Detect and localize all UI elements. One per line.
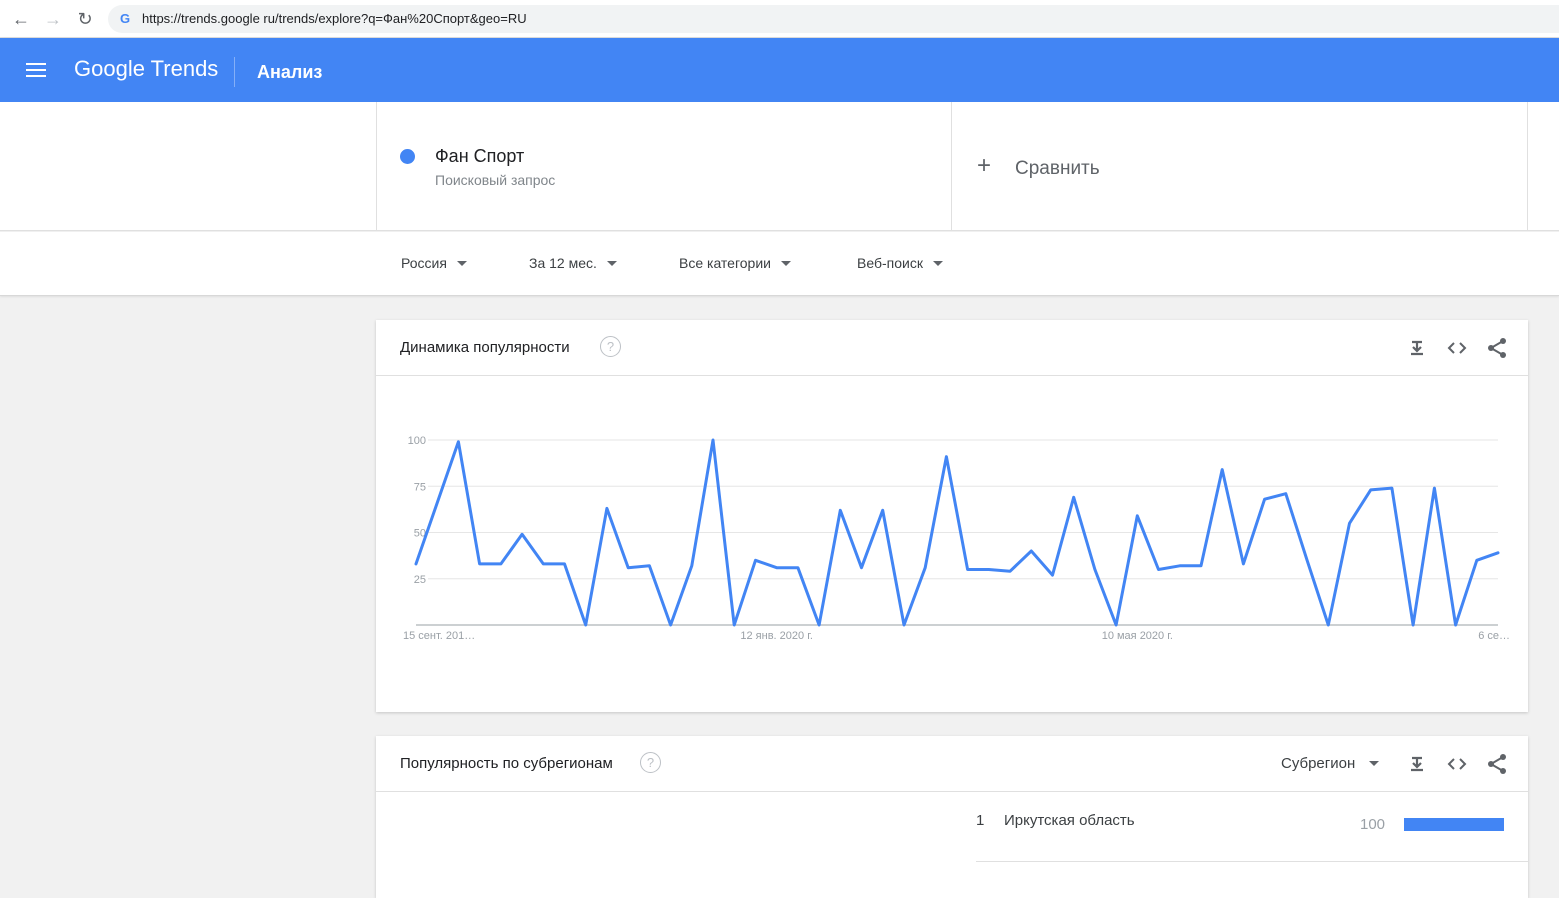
browser-toolbar: ← → ↻ G https://trends.google ru/trends/… — [0, 0, 1559, 38]
help-icon[interactable]: ? — [640, 752, 661, 773]
subregion-name: Иркутская область — [1004, 812, 1135, 829]
period-filter-label: За 12 мес. — [529, 255, 597, 271]
region-filter[interactable]: Россия — [401, 255, 467, 271]
google-favicon-icon: G — [120, 11, 131, 26]
x-tick-label: 10 мая 2020 г. — [1102, 630, 1173, 642]
dropdown-arrow-icon — [606, 260, 617, 266]
interest-line-chart: 25507510015 сент. 201… 12 янв. 2020 г. 10 … — [403, 435, 1510, 642]
term-color-dot — [400, 149, 415, 164]
app-header: Google Trends Анализ — [0, 38, 1559, 102]
card-header: Популярность по субрегионам ? Субрегион — [376, 736, 1528, 792]
search-type-filter-label: Веб-поиск — [857, 255, 923, 271]
x-tick-label: 12 янв. 2020 г. — [740, 630, 813, 642]
resolution-select-label: Субрегион — [1281, 755, 1356, 772]
dropdown-arrow-icon — [456, 260, 467, 266]
search-term-type: Поисковый запрос — [435, 172, 556, 188]
x-tick-label: 15 сент. 201… — [403, 630, 475, 642]
filter-bar: Россия За 12 мес. Все категории Веб-поис… — [0, 232, 1559, 296]
address-bar[interactable]: G https://trends.google ru/trends/explor… — [108, 5, 1559, 33]
share-icon[interactable] — [1485, 336, 1509, 360]
subregion-bar-fill — [1404, 818, 1504, 831]
search-type-filter[interactable]: Веб-поиск — [857, 255, 943, 271]
embed-code-icon[interactable] — [1445, 752, 1469, 776]
y-tick-label: 75 — [414, 481, 426, 493]
resolution-select[interactable]: Субрегион — [1281, 755, 1380, 772]
subregion-card: Популярность по субрегионам ? Субрегион … — [376, 736, 1528, 898]
google-trends-logo[interactable]: Google Trends — [74, 56, 218, 82]
embed-code-icon[interactable] — [1445, 336, 1469, 360]
dropdown-arrow-icon — [1369, 760, 1380, 766]
compare-button[interactable]: + Сравнить — [952, 102, 1528, 231]
subregion-rank: 1 — [976, 812, 985, 829]
search-terms-panel: Фан Спорт Поисковый запрос + Сравнить — [0, 102, 1559, 231]
card-header: Динамика популярности ? — [376, 320, 1528, 376]
subregion-row[interactable]: 1 Иркутская область 100 — [976, 806, 1528, 862]
card-title: Популярность по субрегионам — [400, 755, 613, 772]
download-icon[interactable] — [1405, 336, 1429, 360]
dropdown-arrow-icon — [932, 260, 943, 266]
y-tick-label: 100 — [408, 435, 426, 447]
forward-arrow-icon[interactable]: → — [42, 8, 64, 30]
search-term-card[interactable]: Фан Спорт Поисковый запрос — [376, 102, 952, 231]
subregion-value: 100 — [1360, 816, 1386, 833]
hamburger-menu-icon[interactable] — [26, 63, 46, 77]
subregion-bar — [1404, 818, 1504, 831]
period-filter[interactable]: За 12 мес. — [529, 255, 617, 271]
share-icon[interactable] — [1485, 752, 1509, 776]
reload-icon[interactable]: ↻ — [74, 8, 96, 30]
interest-over-time-card: Динамика популярности ? 25 50 75 100 15 сент… — [376, 320, 1528, 712]
dropdown-arrow-icon — [780, 260, 791, 266]
category-filter-label: Все категории — [679, 255, 771, 271]
x-tick-label: 6 се… — [1478, 630, 1510, 642]
plus-icon: + — [977, 152, 992, 179]
address-url[interactable]: https://trends.google ru/trends/explore?… — [142, 11, 527, 26]
compare-label: Сравнить — [1015, 158, 1100, 179]
region-filter-label: Россия — [401, 255, 447, 271]
search-term-name[interactable]: Фан Спорт — [435, 146, 524, 167]
category-filter[interactable]: Все категории — [679, 255, 791, 271]
download-icon[interactable] — [1405, 752, 1429, 776]
header-divider — [234, 57, 235, 87]
back-arrow-icon[interactable]: ← — [10, 8, 32, 30]
help-icon[interactable]: ? — [600, 336, 621, 357]
card-title: Динамика популярности — [400, 339, 570, 356]
y-tick-label: 25 — [414, 574, 426, 586]
page-title: Анализ — [257, 62, 323, 82]
